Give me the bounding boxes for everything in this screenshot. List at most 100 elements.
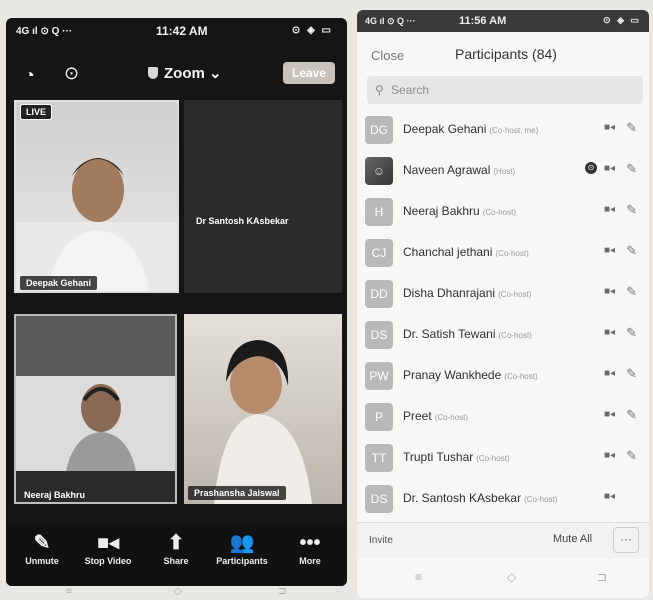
video-tile-3[interactable] [14, 314, 177, 504]
search-input[interactable]: ⚲ Search [367, 76, 643, 104]
status-bar: 4G ıl ⊙ Q ··· 11:56 AM ⊙ ◈ ▭ [357, 10, 649, 32]
participant-name: Neeraj Bakhru (Co-host) [403, 204, 516, 218]
participants-screen: 4G ıl ⊙ Q ··· 11:56 AM ⊙ ◈ ▭ Close Parti… [357, 10, 649, 598]
video-off-icon: ■◂ [603, 327, 615, 338]
search-placeholder: Search [391, 83, 430, 97]
menu-nav-icon[interactable]: ≡ [66, 586, 72, 597]
participant-role: (Co-host) [498, 290, 532, 299]
mic-off-icon: ✎ [33, 532, 51, 554]
tile-name-2: Dr Santosh KAsbekar [196, 216, 289, 226]
participant-row[interactable]: PW Pranay Wankhede (Co-host) ■◂ ✎ [357, 356, 649, 396]
participant-name: Dr. Santosh KAsbekar (Co-host) [403, 491, 557, 505]
video-tile-1[interactable] [14, 100, 179, 293]
more-icon: ••• [299, 532, 321, 554]
participant-row[interactable]: DS Dr. Satish Tewani (Co-host) ■◂ ✎ [357, 315, 649, 355]
tile-name-4: Prashansha Jaiswal [188, 486, 286, 500]
participant-row[interactable]: DS Dr. Santosh KAsbekar (Co-host) ■◂ [357, 479, 649, 519]
participant-name: Trupti Tushar (Co-host) [403, 450, 510, 464]
participant-row[interactable]: DD Disha Dhanrajani (Co-host) ■◂ ✎ [357, 274, 649, 314]
search-icon: ⚲ [375, 83, 384, 97]
video-off-icon: ■◂ [603, 368, 615, 379]
status-time: 11:42 AM [156, 24, 208, 38]
signal-indicator: 4G ıl ⊙ Q ··· [365, 16, 416, 26]
video-tile-2[interactable] [184, 100, 342, 293]
avatar: PW [365, 362, 393, 390]
avatar: TT [365, 444, 393, 472]
menu-nav-icon[interactable]: ≡ [415, 570, 422, 584]
participant-role: (Co-host) [498, 331, 532, 340]
mute-all-button[interactable]: Mute All [553, 533, 592, 545]
participants-label: Participants [216, 556, 268, 566]
participant-name-text: Dr. Santosh KAsbekar [403, 491, 522, 505]
participant-name: Disha Dhanrajani (Co-host) [403, 286, 531, 300]
participant-name-text: Deepak Gehani [403, 122, 487, 136]
participant-name-text: Dr. Satish Tewani [403, 327, 496, 341]
participant-row[interactable]: TT Trupti Tushar (Co-host) ■◂ ✎ [357, 438, 649, 478]
avatar: CJ [365, 239, 393, 267]
mic-off-icon: ✎ [626, 243, 637, 258]
participant-name-text: Neeraj Bakhru [403, 204, 480, 218]
unmute-label: Unmute [25, 556, 59, 566]
stop-video-button[interactable]: ■◂ Stop Video [72, 530, 144, 566]
participant-row[interactable]: ☺ Naveen Agrawal (Host) ■◂ ✎ ⊙ [357, 151, 649, 191]
back-nav-icon[interactable]: ⊐ [278, 586, 286, 597]
participant-name-text: Preet [403, 409, 432, 423]
mic-off-icon: ✎ [626, 448, 637, 463]
more-label: More [299, 556, 321, 566]
share-button[interactable]: ⬆ Share [140, 530, 212, 566]
switch-camera-icon[interactable]: ⊙ [64, 64, 79, 82]
avatar: DD [365, 280, 393, 308]
more-button[interactable]: ••• More [274, 530, 346, 566]
participants-button[interactable]: 👥 Participants [206, 530, 278, 566]
participant-row[interactable]: DG Deepak Gehani (Co-host, me) ■◂ ✎ [357, 110, 649, 150]
share-label: Share [163, 556, 189, 566]
leave-button[interactable]: Leave [283, 62, 335, 84]
avatar: DG [365, 116, 393, 144]
system-icons: ⊙ ◈ ▭ [603, 15, 641, 25]
meeting-info-button[interactable]: Zoom ⌄ [148, 64, 222, 82]
avatar: DS [365, 321, 393, 349]
close-button[interactable]: Close [371, 48, 404, 63]
participant-name: Pranay Wankhede (Co-host) [403, 368, 538, 382]
participants-title: Participants (84) [455, 46, 557, 62]
participant-video [214, 340, 312, 504]
back-nav-icon[interactable]: ⊐ [597, 570, 607, 584]
more-options-button[interactable]: ··· [613, 527, 639, 553]
participant-name-text: Naveen Agrawal [403, 163, 491, 177]
avatar: ☺ [365, 157, 393, 185]
participant-role: (Co-host) [504, 372, 538, 381]
invite-button[interactable]: Invite [369, 535, 393, 546]
video-tile-4[interactable] [184, 314, 342, 504]
chevron-down-icon: ⌄ [209, 65, 222, 82]
participant-name: Naveen Agrawal (Host) [403, 163, 515, 177]
participant-name: Preet (Co-host) [403, 409, 468, 423]
participant-video [16, 316, 175, 502]
avatar: P [365, 403, 393, 431]
mic-off-icon: ✎ [626, 284, 637, 299]
status-time: 11:56 AM [459, 15, 507, 27]
status-bar: 4G ıl ⊙ Q ··· 11:42 AM ⊙ ◈ ▭ [6, 18, 347, 44]
stop-video-label: Stop Video [84, 556, 132, 566]
participant-row[interactable]: H Neeraj Bakhru (Co-host) ■◂ ✎ [357, 192, 649, 232]
unmute-button[interactable]: ✎ Unmute [6, 530, 78, 566]
participant-role: (Co-host) [524, 495, 558, 504]
signal-indicator: 4G ıl ⊙ Q ··· [16, 26, 73, 37]
video-off-icon: ■◂ [603, 122, 615, 133]
home-nav-icon[interactable]: ◇ [507, 570, 516, 584]
screenshot-collage: 4G ıl ⊙ Q ··· 11:42 AM ⊙ ◈ ▭ ◔ ⊙ Zoom ⌄ … [0, 0, 653, 600]
participant-video [16, 158, 177, 291]
video-off-icon: ■◂ [603, 409, 615, 420]
participant-row[interactable]: CJ Chanchal jethani (Co-host) ■◂ ✎ [357, 233, 649, 273]
video-off-icon: ■◂ [603, 491, 615, 502]
system-icons: ⊙ ◈ ▭ [291, 25, 333, 36]
participant-role: (Co-host, me) [489, 126, 539, 135]
tile-name-3: Neeraj Bakhru [24, 490, 86, 500]
video-off-icon: ■◂ [603, 450, 615, 461]
participant-row[interactable]: P Preet (Co-host) ■◂ ✎ [357, 397, 649, 437]
home-nav-icon[interactable]: ◇ [174, 586, 182, 597]
video-off-icon: ■◂ [603, 204, 615, 215]
participant-role: (Co-host) [482, 208, 517, 217]
speaker-icon[interactable]: ◔ [24, 66, 35, 84]
avatar: DS [365, 485, 393, 513]
participant-name: Deepak Gehani (Co-host, me) [403, 122, 538, 136]
